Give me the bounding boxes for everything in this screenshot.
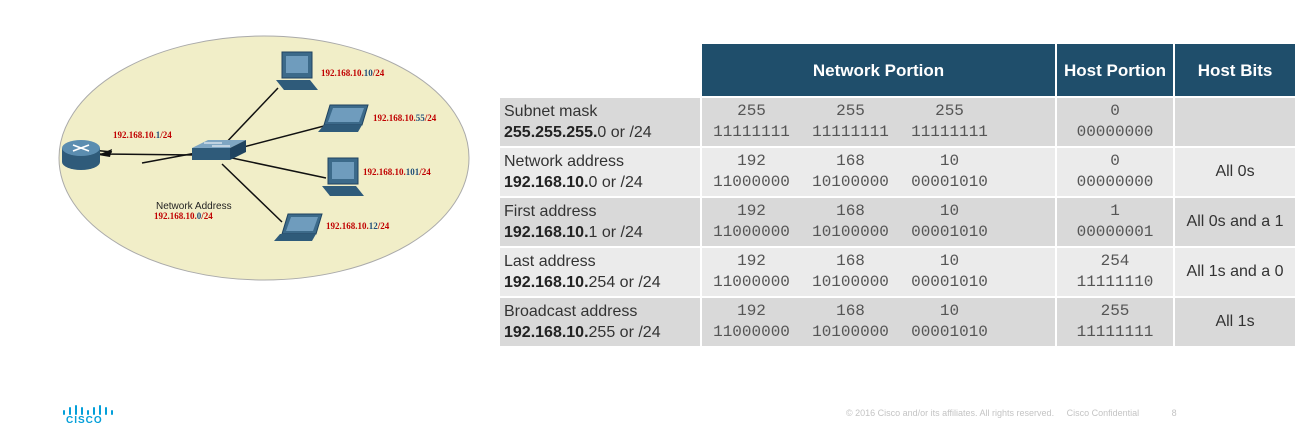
host-ip-label: 192.168.10.12/24: [326, 221, 390, 231]
row-label: Broadcast address 192.168.10.255 or /24: [500, 298, 700, 346]
network-diagram: 192.168.10.1/24 192.168.10.10/24 192.168…: [58, 35, 470, 281]
host-portion-cell: 1 00000001: [1057, 198, 1173, 246]
router-icon: [62, 140, 100, 170]
network-portion-cell: 192 168 10 11000000 10100000 00001010: [702, 198, 1055, 246]
host-portion-cell: 254 11111110: [1057, 248, 1173, 296]
copyright-text: © 2016 Cisco and/or its affiliates. All …: [846, 408, 1055, 418]
host-bits-cell: All 1s and a 0: [1175, 248, 1295, 296]
network-portion-cell: 255 255 255 11111111 11111111 11111111: [702, 98, 1055, 146]
host-bits-cell: All 0s: [1175, 148, 1295, 196]
router-link: [97, 153, 196, 156]
row-label: Subnet mask 255.255.255.0 or /24: [500, 98, 700, 146]
lan-ellipse: [58, 35, 470, 281]
footer: © 2016 Cisco and/or its affiliates. All …: [846, 408, 1187, 418]
header-host-portion: Host Portion: [1057, 44, 1173, 96]
row-label: Network address 192.168.10.0 or /24: [500, 148, 700, 196]
table-row: Last address 192.168.10.254 or /24 192 16…: [500, 248, 1295, 296]
desktop-pc-icon: [322, 157, 364, 196]
page-number: 8: [1171, 408, 1177, 418]
host-ip-label: 192.168.10.101/24: [363, 167, 431, 177]
router-ip-label: 192.168.10.1/24: [113, 130, 172, 140]
table-row: Broadcast address 192.168.10.255 or /24 …: [500, 298, 1295, 346]
cisco-logo-text: CISCO: [66, 415, 103, 426]
table-row: Network address 192.168.10.0 or /24 192 1…: [500, 148, 1295, 196]
address-table: Network Portion Host Portion Host Bits S…: [498, 42, 1297, 348]
header-host-bits: Host Bits: [1175, 44, 1295, 96]
header-blank: [500, 44, 700, 96]
desktop-pc-icon: [276, 51, 318, 90]
host-bits-cell: All 1s: [1175, 298, 1295, 346]
table-row: Subnet mask 255.255.255.0 or /24 255 255 2…: [500, 98, 1295, 146]
row-label: First address 192.168.10.1 or /24: [500, 198, 700, 246]
host-portion-cell: 255 11111111: [1057, 298, 1173, 346]
table-header-row: Network Portion Host Portion Host Bits: [500, 44, 1295, 96]
network-portion-cell: 192 168 10 11000000 10100000 00001010: [702, 298, 1055, 346]
host-portion-cell: 0 00000000: [1057, 148, 1173, 196]
confidential-text: Cisco Confidential: [1066, 408, 1140, 418]
network-portion-cell: 192 168 10 11000000 10100000 00001010: [702, 248, 1055, 296]
host-portion-cell: 0 00000000: [1057, 98, 1173, 146]
row-label: Last address 192.168.10.254 or /24: [500, 248, 700, 296]
host-bits-cell: [1175, 98, 1295, 146]
table-row: First address 192.168.10.1 or /24 192 168…: [500, 198, 1295, 246]
header-network-portion: Network Portion: [702, 44, 1055, 96]
host-ip-label: 192.168.10.10/24: [321, 68, 385, 78]
host-ip-label: 192.168.10.55/24: [373, 113, 437, 123]
network-address-ip: 192.168.10.0/24: [154, 211, 213, 221]
network-portion-cell: 192 168 10 11000000 10100000 00001010: [702, 148, 1055, 196]
host-bits-cell: All 0s and a 1: [1175, 198, 1295, 246]
